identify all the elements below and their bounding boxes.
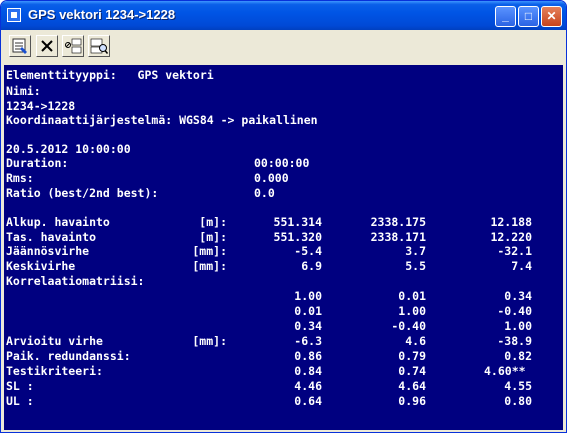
- table-row-unit: [mm]:: [192, 259, 227, 273]
- maximize-button[interactable]: □: [518, 6, 539, 27]
- matrix-cell: 0.01: [294, 304, 322, 318]
- table-cell: 0.74: [398, 364, 426, 378]
- matrix-cell: 0.01: [398, 289, 426, 303]
- table-row-label: Keskivirhe: [6, 259, 76, 273]
- delete-icon[interactable]: [36, 35, 58, 57]
- table-row-label: UL :: [6, 394, 34, 408]
- table-cell: 4.46: [294, 379, 322, 393]
- table-cell: 12.188: [490, 215, 532, 229]
- duration-label: Duration:: [6, 156, 69, 170]
- element-type-line: Elementtityyppi: GPS vektori: [6, 68, 214, 82]
- duration-value: 00:00:00: [254, 156, 310, 170]
- table-cell: 0.80: [504, 394, 532, 408]
- table-cell: 0.84: [294, 364, 322, 378]
- table-cell: 0.79: [398, 349, 426, 363]
- close-button[interactable]: ✕: [541, 6, 562, 27]
- table-cell: 0.96: [398, 394, 426, 408]
- matrix-cell: 0.34: [294, 319, 322, 333]
- 123-ab-icon[interactable]: [62, 35, 84, 57]
- rms-label: Rms:: [6, 171, 34, 185]
- ratio-label: Ratio (best/2nd best):: [6, 186, 159, 200]
- zoom-icon[interactable]: [88, 35, 110, 57]
- rms-value: 0.000: [254, 171, 289, 185]
- table-cell: -5.4: [294, 244, 322, 258]
- table-row-label: SL :: [6, 379, 34, 393]
- table-cell: 4.6: [405, 334, 426, 348]
- table-cell: 3.7: [405, 244, 426, 258]
- table-cell: 6.9: [301, 259, 322, 273]
- table-row-label: Alkup. havainto: [6, 215, 110, 229]
- table-row-label: Testikriteeri:: [6, 364, 103, 378]
- matrix-cell: -0.40: [391, 319, 426, 333]
- table-cell: 0.82: [504, 349, 532, 363]
- correlation-label: Korrelaatiomatriisi:: [6, 274, 145, 288]
- app-window: GPS vektori 1234->1228 _ □ ✕ Elementtity…: [0, 0, 567, 433]
- table-cell: 0.86: [294, 349, 322, 363]
- properties-icon[interactable]: [9, 35, 31, 57]
- report-panel: Elementtityyppi: GPS vektori Nimi: 1234-…: [4, 65, 563, 430]
- table-cell: -32.1: [497, 244, 532, 258]
- ratio-value: 0.0: [254, 186, 275, 200]
- matrix-cell: -0.40: [497, 304, 532, 318]
- table-row-label: Jäännösvirhe: [6, 244, 90, 258]
- table-cell: 4.55: [504, 379, 532, 393]
- matrix-cell: 1.00: [398, 304, 426, 318]
- matrix-cell: 0.34: [504, 289, 532, 303]
- window-title: GPS vektori 1234->1228: [28, 7, 176, 22]
- table-row-unit: [m]:: [199, 215, 227, 229]
- table-cell: 2338.175: [370, 215, 426, 229]
- table-row-label: Paik. redundanssi:: [6, 349, 131, 363]
- matrix-cell: 1.00: [504, 319, 532, 333]
- table-cell: 551.314: [273, 215, 322, 229]
- minimize-button[interactable]: _: [495, 6, 516, 27]
- title-bar[interactable]: GPS vektori 1234->1228 _ □ ✕: [1, 1, 566, 30]
- table-cell: -6.3: [294, 334, 322, 348]
- toolbar: [1, 30, 566, 64]
- name-label: Nimi:: [6, 84, 41, 98]
- app-icon: [7, 8, 21, 22]
- table-cell: 5.5: [405, 259, 426, 273]
- coordinate-system-line: Koordinaattijärjestelmä: WGS84 -> paikal…: [6, 113, 318, 127]
- table-cell: 0.64: [294, 394, 322, 408]
- table-cell: 7.4: [511, 259, 532, 273]
- table-cell: 4.64: [398, 379, 426, 393]
- table-row-label: Arvioitu virhe: [6, 334, 103, 348]
- table-row-unit: [mm]:: [192, 334, 227, 348]
- table-cell: -38.9: [497, 334, 532, 348]
- matrix-cell: 1.00: [294, 289, 322, 303]
- table-cell: 4.60**: [484, 364, 526, 378]
- table-row-unit: [mm]:: [192, 244, 227, 258]
